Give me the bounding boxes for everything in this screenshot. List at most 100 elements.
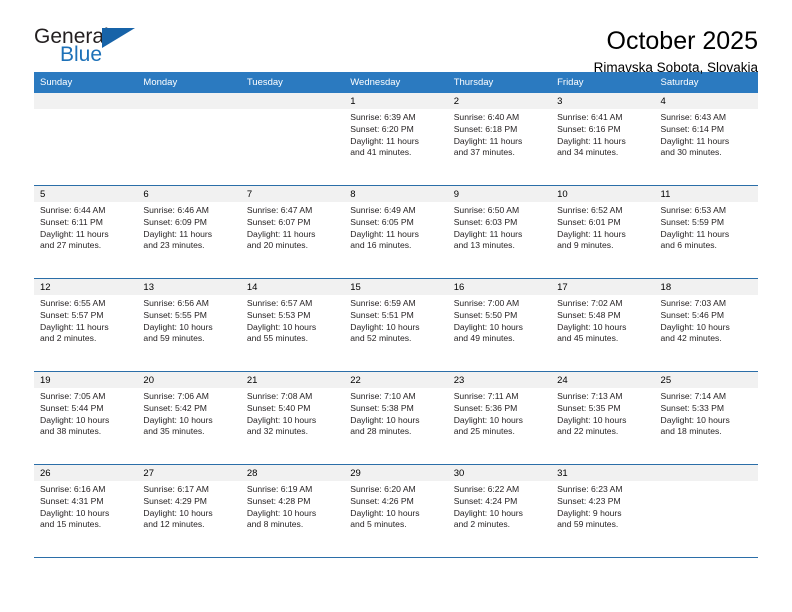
calendar-day-cell[interactable]: 7 Sunrise: 6:47 AM Sunset: 6:07 PM Daylight… xyxy=(240,185,345,279)
daylight-duration-line1: Daylight: 11 hours xyxy=(453,135,523,146)
day-details: Sunrise: 6:40 AM Sunset: 6:18 PM Daylight:… xyxy=(448,109,551,159)
calendar-week-row: 26 Sunrise: 6:16 AM Sunset: 4:31 PM Dayligh… xyxy=(34,464,758,558)
day-number: 25 xyxy=(654,372,758,388)
calendar-day-cell[interactable]: 17 Sunrise: 7:02 AM Sunset: 5:48 PM Dayligh… xyxy=(551,278,655,372)
sunset-time: Sunset: 6:09 PM xyxy=(143,216,207,227)
calendar-day-cell xyxy=(34,93,138,186)
day-cell: 2 Sunrise: 6:40 AM Sunset: 6:18 PM Daylight… xyxy=(447,93,552,185)
calendar-day-cell[interactable]: 22 Sunrise: 7:10 AM Sunset: 5:38 PM Dayligh… xyxy=(344,371,448,465)
calendar-day-cell[interactable]: 31 Sunrise: 6:23 AM Sunset: 4:23 PM Dayligh… xyxy=(551,464,655,558)
day-cell: 21 Sunrise: 7:08 AM Sunset: 5:40 PM Dayligh… xyxy=(240,372,345,464)
calendar-week-row: 1 Sunrise: 6:39 AM Sunset: 6:20 PM Daylight… xyxy=(34,93,758,186)
calendar-day-cell[interactable]: 14 Sunrise: 6:57 AM Sunset: 5:53 PM Dayligh… xyxy=(240,278,345,372)
calendar-day-cell[interactable]: 20 Sunrise: 7:06 AM Sunset: 5:42 PM Dayligh… xyxy=(137,371,241,465)
day-cell: 30 Sunrise: 6:22 AM Sunset: 4:24 PM Dayligh… xyxy=(447,465,552,557)
sunset-time: Sunset: 5:35 PM xyxy=(557,402,621,413)
calendar-day-cell[interactable]: 2 Sunrise: 6:40 AM Sunset: 6:18 PM Daylight… xyxy=(447,93,552,186)
daylight-duration-line1: Daylight: 10 hours xyxy=(143,414,213,425)
sunset-time: Sunset: 6:20 PM xyxy=(350,123,414,134)
daylight-duration-line2: and 18 minutes. xyxy=(660,426,722,437)
calendar-day-cell[interactable]: 19 Sunrise: 7:05 AM Sunset: 5:44 PM Dayligh… xyxy=(34,371,138,465)
daylight-duration-line2: and 52 minutes. xyxy=(350,333,412,344)
sunset-time: Sunset: 5:38 PM xyxy=(350,402,414,413)
sunrise-time: Sunrise: 7:14 AM xyxy=(660,391,726,401)
day-details: Sunrise: 7:10 AM Sunset: 5:38 PM Daylight:… xyxy=(344,388,447,438)
calendar-day-cell xyxy=(137,93,241,186)
calendar-day-cell[interactable]: 27 Sunrise: 6:17 AM Sunset: 4:29 PM Dayligh… xyxy=(137,464,241,558)
day-number: 8 xyxy=(344,186,448,202)
calendar-day-cell[interactable]: 24 Sunrise: 7:13 AM Sunset: 5:35 PM Dayligh… xyxy=(551,371,655,465)
day-details: Sunrise: 7:03 AM Sunset: 5:46 PM Daylight:… xyxy=(655,295,758,345)
calendar-day-cell[interactable]: 28 Sunrise: 6:19 AM Sunset: 4:28 PM Dayligh… xyxy=(240,464,345,558)
calendar-day-cell[interactable]: 23 Sunrise: 7:11 AM Sunset: 5:36 PM Dayligh… xyxy=(447,371,552,465)
sunrise-time: Sunrise: 6:40 AM xyxy=(453,112,520,122)
day-cell: 16 Sunrise: 7:00 AM Sunset: 5:50 PM Dayligh… xyxy=(447,279,552,371)
day-number: 5 xyxy=(34,186,138,202)
sunset-time: Sunset: 6:18 PM xyxy=(453,123,518,134)
daylight-duration-line2: and 6 minutes. xyxy=(660,240,717,251)
day-details: Sunrise: 6:47 AM Sunset: 6:07 PM Daylight:… xyxy=(241,202,344,252)
day-details: Sunrise: 6:50 AM Sunset: 6:03 PM Daylight:… xyxy=(448,202,551,252)
sunrise-time: Sunrise: 7:02 AM xyxy=(557,298,623,308)
calendar-day-cell[interactable]: 4 Sunrise: 6:43 AM Sunset: 6:14 PM Daylight… xyxy=(654,93,758,186)
daylight-duration-line2: and 9 minutes. xyxy=(557,240,614,251)
day-cell: 12 Sunrise: 6:55 AM Sunset: 5:57 PM Dayligh… xyxy=(34,279,138,371)
daylight-duration-line1: Daylight: 11 hours xyxy=(557,135,626,146)
calendar-day-cell[interactable]: 5 Sunrise: 6:44 AM Sunset: 6:11 PM Daylight… xyxy=(34,185,138,279)
day-cell-empty xyxy=(34,93,138,185)
daylight-duration-line2: and 30 minutes. xyxy=(660,147,722,158)
day-cell: 24 Sunrise: 7:13 AM Sunset: 5:35 PM Dayligh… xyxy=(551,372,655,464)
day-number: 17 xyxy=(551,279,655,295)
calendar-day-cell[interactable]: 6 Sunrise: 6:46 AM Sunset: 6:09 PM Daylight… xyxy=(137,185,241,279)
calendar-day-cell[interactable]: 9 Sunrise: 6:50 AM Sunset: 6:03 PM Daylight… xyxy=(447,185,552,279)
sunset-time: Sunset: 4:29 PM xyxy=(143,495,207,506)
sunset-time: Sunset: 6:01 PM xyxy=(557,216,621,227)
sunrise-time: Sunrise: 6:43 AM xyxy=(660,112,726,122)
calendar-day-cell[interactable]: 8 Sunrise: 6:49 AM Sunset: 6:05 PM Daylight… xyxy=(344,185,448,279)
daylight-duration-line2: and 13 minutes. xyxy=(453,240,515,251)
calendar-day-cell[interactable]: 26 Sunrise: 6:16 AM Sunset: 4:31 PM Dayligh… xyxy=(34,464,138,558)
sunset-time: Sunset: 6:16 PM xyxy=(557,123,621,134)
day-number: 30 xyxy=(447,465,552,481)
day-number: 18 xyxy=(654,279,758,295)
day-number: 13 xyxy=(137,279,241,295)
sunset-time: Sunset: 5:59 PM xyxy=(660,216,725,227)
calendar-day-cell[interactable]: 3 Sunrise: 6:41 AM Sunset: 6:16 PM Daylight… xyxy=(551,93,655,186)
daylight-duration-line1: Daylight: 10 hours xyxy=(557,414,627,425)
sunset-time: Sunset: 5:50 PM xyxy=(453,309,518,320)
calendar-day-cell[interactable]: 11 Sunrise: 6:53 AM Sunset: 5:59 PM Dayligh… xyxy=(654,185,758,279)
day-cell: 18 Sunrise: 7:03 AM Sunset: 5:46 PM Dayligh… xyxy=(654,279,758,371)
calendar-day-cell[interactable]: 21 Sunrise: 7:08 AM Sunset: 5:40 PM Dayligh… xyxy=(240,371,345,465)
calendar-day-cell[interactable]: 18 Sunrise: 7:03 AM Sunset: 5:46 PM Dayligh… xyxy=(654,278,758,372)
day-details: Sunrise: 7:14 AM Sunset: 5:33 PM Daylight:… xyxy=(655,388,758,438)
calendar-day-cell xyxy=(240,93,345,186)
daylight-duration-line2: and 55 minutes. xyxy=(246,333,308,344)
calendar-day-cell[interactable]: 30 Sunrise: 6:22 AM Sunset: 4:24 PM Dayligh… xyxy=(447,464,552,558)
sunrise-time: Sunrise: 7:08 AM xyxy=(246,391,313,401)
calendar-day-cell[interactable]: 12 Sunrise: 6:55 AM Sunset: 5:57 PM Dayligh… xyxy=(34,278,138,372)
daylight-duration-line1: Daylight: 10 hours xyxy=(453,414,523,425)
day-cell: 6 Sunrise: 6:46 AM Sunset: 6:09 PM Daylight… xyxy=(137,186,241,278)
day-number: 20 xyxy=(137,372,241,388)
daylight-duration-line1: Daylight: 10 hours xyxy=(350,507,420,518)
brand-logo[interactable]: General Blue xyxy=(34,26,144,70)
calendar-day-cell[interactable]: 16 Sunrise: 7:00 AM Sunset: 5:50 PM Dayligh… xyxy=(447,278,552,372)
calendar-day-cell[interactable]: 13 Sunrise: 6:56 AM Sunset: 5:55 PM Dayligh… xyxy=(137,278,241,372)
daylight-duration-line2: and 23 minutes. xyxy=(143,240,205,251)
calendar-day-cell[interactable]: 25 Sunrise: 7:14 AM Sunset: 5:33 PM Dayligh… xyxy=(654,371,758,465)
day-number: 15 xyxy=(344,279,448,295)
calendar-day-cell[interactable]: 29 Sunrise: 6:20 AM Sunset: 4:26 PM Dayligh… xyxy=(344,464,448,558)
day-cell-empty xyxy=(654,465,758,557)
daylight-duration-line2: and 34 minutes. xyxy=(557,147,619,158)
daylight-duration-line1: Daylight: 10 hours xyxy=(350,321,420,332)
sunset-time: Sunset: 4:23 PM xyxy=(557,495,621,506)
calendar-day-cell[interactable]: 1 Sunrise: 6:39 AM Sunset: 6:20 PM Daylight… xyxy=(344,93,448,186)
day-details: Sunrise: 6:52 AM Sunset: 6:01 PM Daylight:… xyxy=(551,202,654,252)
dow-header-thursday: Thursday xyxy=(447,72,552,93)
dow-header-sunday: Sunday xyxy=(34,72,138,93)
day-cell: 1 Sunrise: 6:39 AM Sunset: 6:20 PM Daylight… xyxy=(344,93,448,185)
sunset-time: Sunset: 6:03 PM xyxy=(453,216,518,227)
calendar-day-cell[interactable]: 10 Sunrise: 6:52 AM Sunset: 6:01 PM Dayligh… xyxy=(551,185,655,279)
calendar-day-cell[interactable]: 15 Sunrise: 6:59 AM Sunset: 5:51 PM Dayligh… xyxy=(344,278,448,372)
sunrise-time: Sunrise: 6:55 AM xyxy=(40,298,106,308)
